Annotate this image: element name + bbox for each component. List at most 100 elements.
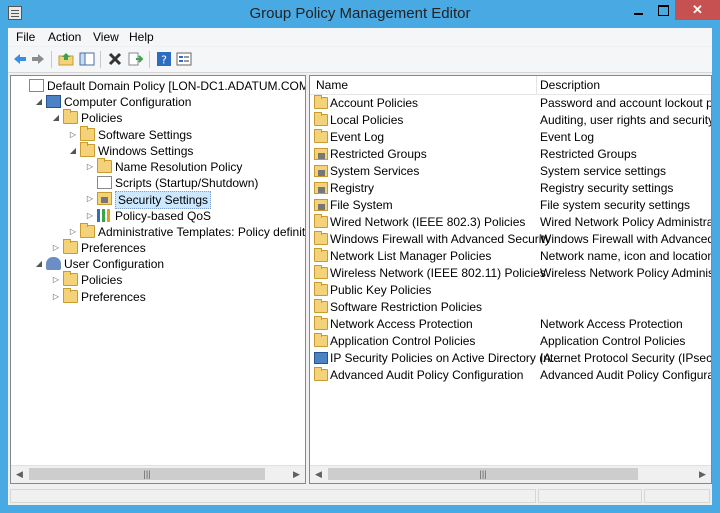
list-item[interactable]: File System File system security settings — [310, 197, 711, 214]
minimize-button[interactable] — [625, 0, 652, 20]
tree-item[interactable]: ▷ Software Settings — [11, 125, 305, 143]
details-pane[interactable]: Name Description Account Policies Passwor… — [309, 75, 712, 484]
tree-expander-icon[interactable]: ▷ — [85, 191, 95, 207]
list-horizontal-scrollbar[interactable]: ◀ ||| ▶ — [310, 465, 711, 483]
list-item[interactable]: System Services System service settings — [310, 163, 711, 180]
scroll-right-arrow[interactable]: ▶ — [288, 466, 305, 483]
column-divider[interactable] — [536, 76, 537, 94]
list-item[interactable]: IP Security Policies on Active Directory… — [310, 350, 711, 367]
tree-item[interactable]: ▷ Name Resolution Policy — [11, 158, 305, 175]
tree-item[interactable]: ▷ Security Settings — [11, 191, 305, 210]
tree-expander-icon[interactable]: ▷ — [68, 224, 78, 240]
list-item-name[interactable]: Windows Firewall with Advanced Security — [330, 231, 551, 248]
tree-expander-icon[interactable]: ◢ — [34, 94, 44, 110]
tree-expander-icon[interactable]: ◢ — [51, 110, 61, 126]
tree-horizontal-scrollbar[interactable]: ◀ ||| ▶ — [11, 465, 305, 483]
list-item-name[interactable]: Wired Network (IEEE 802.3) Policies — [330, 214, 525, 231]
tree-item[interactable]: ◢ Policies — [11, 109, 305, 126]
tree-item[interactable]: ▷ Policy-based QoS — [11, 208, 305, 224]
tree-item[interactable]: Default Domain Policy [LON-DC1.ADATUM.CO… — [11, 78, 305, 94]
list-item-name[interactable]: Advanced Audit Policy Configuration — [330, 367, 523, 384]
tree-item-label[interactable]: Policies — [81, 272, 122, 288]
list-item[interactable]: Account Policies Password and account loc… — [310, 95, 711, 112]
tree-item[interactable]: ▷ Preferences — [11, 239, 305, 256]
tree-expander-icon[interactable]: ◢ — [34, 256, 44, 272]
tree-expander-icon[interactable]: ▷ — [51, 289, 61, 305]
menu-help[interactable]: Help — [129, 30, 154, 44]
list-item-name[interactable]: Wireless Network (IEEE 802.11) Policies — [330, 265, 546, 282]
list-item-name[interactable]: Event Log — [330, 129, 384, 146]
tree-item-label[interactable]: Preferences — [81, 289, 146, 305]
scroll-thumb[interactable]: ||| — [29, 468, 265, 480]
list-item-name[interactable]: Network Access Protection — [330, 316, 473, 333]
menu-action[interactable]: Action — [48, 30, 81, 44]
list-item[interactable]: Wireless Network (IEEE 802.11) Policies W… — [310, 265, 711, 282]
list-item-name[interactable]: Account Policies — [330, 95, 418, 112]
tree-item-label[interactable]: User Configuration — [64, 256, 164, 272]
list-item[interactable]: Network Access Protection Network Access … — [310, 316, 711, 333]
list-item-name[interactable]: Network List Manager Policies — [330, 248, 491, 265]
maximize-button[interactable] — [650, 0, 677, 20]
tree-item-label[interactable]: Name Resolution Policy — [115, 159, 242, 175]
tree-item[interactable]: ◢ Computer Configuration — [11, 94, 305, 110]
menu-file[interactable]: File — [16, 30, 35, 44]
tree-expander-icon[interactable]: ▷ — [51, 272, 61, 288]
list-item[interactable]: Advanced Audit Policy Configuration Advan… — [310, 367, 711, 384]
list-item[interactable]: Wired Network (IEEE 802.3) Policies Wired… — [310, 214, 711, 231]
list-item-name[interactable]: Software Restriction Policies — [330, 299, 482, 316]
tree-item-label[interactable]: Policy-based QoS — [115, 208, 211, 224]
list-item-name[interactable]: Local Policies — [330, 112, 403, 129]
scroll-thumb[interactable]: ||| — [328, 468, 638, 480]
list-item[interactable]: Registry Registry security settings — [310, 180, 711, 197]
list-item[interactable]: Network List Manager Policies Network nam… — [310, 248, 711, 265]
tree-item-label[interactable]: Policies — [81, 110, 122, 126]
tree-expander-icon[interactable]: ▷ — [85, 159, 95, 175]
back-arrow-icon[interactable] — [12, 51, 28, 67]
scroll-left-arrow[interactable]: ◀ — [11, 466, 28, 483]
column-header-description[interactable]: Description — [540, 78, 600, 92]
tree-item[interactable]: ▷ Preferences — [11, 287, 305, 305]
list-item-name[interactable]: System Services — [330, 163, 419, 180]
tree-item[interactable]: ◢ User Configuration — [11, 256, 305, 272]
show-hide-tree-icon[interactable] — [79, 51, 95, 67]
help-icon[interactable]: ? — [156, 51, 172, 67]
list-item[interactable]: Local Policies Auditing, user rights and … — [310, 112, 711, 129]
list-item-name[interactable]: IP Security Policies on Active Directory… — [330, 350, 561, 367]
list-item[interactable]: Windows Firewall with Advanced Security W… — [310, 231, 711, 248]
tree-item-label[interactable]: Windows Settings — [98, 143, 193, 159]
list-item-name[interactable]: File System — [330, 197, 393, 214]
delete-icon[interactable] — [107, 51, 123, 67]
list-item[interactable]: Software Restriction Policies — [310, 299, 711, 316]
list-item-name[interactable]: Application Control Policies — [330, 333, 475, 350]
list-item[interactable]: Public Key Policies — [310, 282, 711, 299]
list-item-name[interactable]: Public Key Policies — [330, 282, 431, 299]
tree-item[interactable]: ◢ Windows Settings — [11, 141, 305, 159]
tree-item[interactable]: Scripts (Startup/Shutdown) — [11, 175, 305, 191]
tree-item-label[interactable]: Administrative Templates: Policy definit… — [98, 224, 305, 240]
tree-item[interactable]: ▷ Administrative Templates: Policy defini… — [11, 222, 305, 240]
tree-item-label[interactable]: Preferences — [81, 240, 146, 256]
tree-expander-icon[interactable]: ◢ — [68, 143, 78, 159]
tree-expander-icon[interactable]: ▷ — [68, 127, 78, 143]
menu-view[interactable]: View — [93, 30, 119, 44]
scroll-right-arrow[interactable]: ▶ — [694, 466, 711, 483]
export-list-icon[interactable] — [127, 51, 143, 67]
tree-pane[interactable]: Default Domain Policy [LON-DC1.ADATUM.CO… — [10, 75, 306, 484]
properties-icon[interactable] — [176, 51, 192, 67]
column-header-name[interactable]: Name — [316, 78, 348, 92]
tree-item-label[interactable]: Software Settings — [98, 127, 192, 143]
list-item[interactable]: Event Log Event Log — [310, 129, 711, 146]
tree-expander-icon[interactable]: ▷ — [51, 240, 61, 256]
scroll-left-arrow[interactable]: ◀ — [310, 466, 327, 483]
tree-item-label[interactable]: Default Domain Policy [LON-DC1.ADATUM.CO… — [47, 78, 305, 94]
up-folder-icon[interactable] — [58, 51, 74, 67]
tree-item[interactable]: ▷ Policies — [11, 271, 305, 288]
tree-item-label[interactable]: Scripts (Startup/Shutdown) — [115, 175, 258, 191]
list-item-name[interactable]: Restricted Groups — [330, 146, 427, 163]
tree-item-label[interactable]: Computer Configuration — [64, 94, 191, 110]
list-item-name[interactable]: Registry — [330, 180, 374, 197]
tree-expander-icon[interactable]: ▷ — [85, 208, 95, 224]
title-bar[interactable]: Group Policy Management Editor ✕ — [0, 0, 720, 28]
list-item[interactable]: Application Control Policies Application … — [310, 333, 711, 350]
forward-arrow-icon[interactable] — [30, 51, 46, 67]
